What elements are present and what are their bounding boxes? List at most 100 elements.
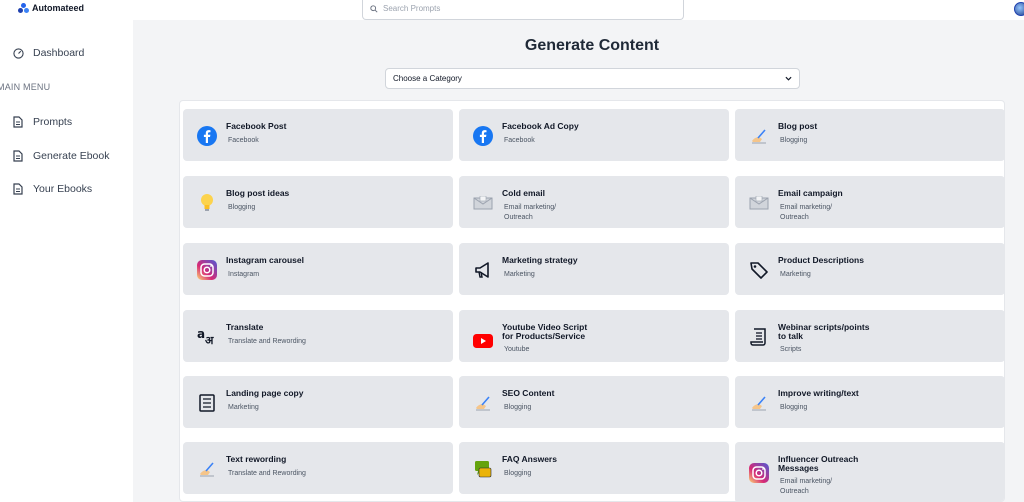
card-title: Cold email xyxy=(502,188,545,198)
category-select[interactable]: Choose a Category xyxy=(385,68,800,89)
card-title: Blog post xyxy=(778,121,818,131)
card-title: Product Descriptions xyxy=(778,255,864,265)
avatar[interactable] xyxy=(1014,2,1024,16)
top-bar: Automateed xyxy=(0,0,1024,20)
sidebar-item-label: Prompts xyxy=(33,116,73,128)
category-select-value: Choose a Category xyxy=(393,74,462,83)
document-icon xyxy=(12,116,24,128)
card-category: Email marketing/ Outreach xyxy=(780,204,833,221)
facebook-icon xyxy=(473,126,493,146)
list-page-icon xyxy=(197,393,217,413)
card-webinar-scripts[interactable]: Webinar scripts/points to talk Scripts xyxy=(735,310,1004,362)
script-icon xyxy=(749,327,769,347)
card-title: Email campaign xyxy=(778,188,843,198)
envelope-icon xyxy=(473,193,493,213)
sidebar: Dashboard MAIN MENU Prompts Generate Ebo… xyxy=(0,20,133,502)
card-blog-post[interactable]: Blog post Blogging xyxy=(735,109,1004,161)
writing-hand-icon xyxy=(473,393,493,413)
card-cold-email[interactable]: Cold email Email marketing/ Outreach xyxy=(459,176,729,228)
writing-hand-icon xyxy=(749,126,769,146)
card-facebook-ad-copy[interactable]: Facebook Ad Copy Facebook xyxy=(459,109,729,161)
youtube-icon xyxy=(473,331,493,351)
card-title: Facebook Post xyxy=(226,121,287,131)
card-improve-writing[interactable]: Improve writing/text Blogging xyxy=(735,376,1004,428)
card-email-campaign[interactable]: Email campaign Email marketing/ Outreach xyxy=(735,176,1004,228)
document-icon xyxy=(12,150,24,162)
card-faq-answers[interactable]: FAQ Answers Blogging xyxy=(459,442,729,494)
writing-hand-icon xyxy=(197,459,217,479)
card-product-descriptions[interactable]: Product Descriptions Marketing xyxy=(735,243,1004,295)
card-title: Blog post ideas xyxy=(226,188,290,198)
sidebar-item-label: Generate Ebook xyxy=(33,150,110,162)
card-facebook-post[interactable]: Facebook Post Facebook xyxy=(183,109,453,161)
card-category: Marketing xyxy=(228,404,259,411)
search-icon xyxy=(370,4,378,13)
card-title: Influencer Outreach Messages xyxy=(778,454,859,473)
card-landing-page-copy[interactable]: Landing page copy Marketing xyxy=(183,376,453,428)
instagram-icon xyxy=(749,463,769,483)
svg-text:अ: अ xyxy=(205,334,214,347)
card-category: Marketing xyxy=(504,271,535,278)
search-input[interactable] xyxy=(383,4,663,13)
card-translate[interactable]: aअ Translate Translate and Rewording xyxy=(183,310,453,362)
faq-icon xyxy=(473,459,493,479)
card-category: Blogging xyxy=(780,404,808,411)
card-category: Scripts xyxy=(780,346,802,353)
card-title: Youtube Video Script for Products/Servic… xyxy=(502,322,588,341)
sidebar-item-label: Your Ebooks xyxy=(33,183,93,195)
gauge-icon xyxy=(12,47,24,59)
translate-icon: aअ xyxy=(197,327,217,347)
main-content: Generate Content Choose a Category Faceb… xyxy=(133,20,1024,502)
card-youtube-video-script[interactable]: Youtube Video Script for Products/Servic… xyxy=(459,310,729,362)
card-title: Text rewording xyxy=(226,454,287,464)
search-bar[interactable] xyxy=(362,0,684,20)
document-icon xyxy=(12,183,24,195)
card-influencer-outreach[interactable]: Influencer Outreach Messages Email marke… xyxy=(735,442,1004,501)
card-category: Translate and Rewording xyxy=(228,470,306,477)
sidebar-item-your-ebooks[interactable]: Your Ebooks xyxy=(12,183,92,195)
card-title: Translate xyxy=(226,322,264,332)
menu-heading: MAIN MENU xyxy=(0,82,51,92)
card-seo-content[interactable]: SEO Content Blogging xyxy=(459,376,729,428)
card-title: Landing page copy xyxy=(226,388,304,398)
card-title: Marketing strategy xyxy=(502,255,578,265)
lightbulb-icon xyxy=(197,193,217,213)
card-title: SEO Content xyxy=(502,388,555,398)
sidebar-item-dashboard[interactable]: Dashboard xyxy=(12,47,84,59)
card-category: Email marketing/ Outreach xyxy=(780,478,833,495)
card-category: Youtube xyxy=(504,346,530,353)
app-logo[interactable]: Automateed xyxy=(18,3,84,13)
facebook-icon xyxy=(197,126,217,146)
card-instagram-carousel[interactable]: Instagram carousel Instagram xyxy=(183,243,453,295)
card-category: Blogging xyxy=(228,204,256,211)
sidebar-item-generate-ebook[interactable]: Generate Ebook xyxy=(12,150,109,162)
envelope-icon xyxy=(749,193,769,213)
card-title: Webinar scripts/points to talk xyxy=(778,322,870,341)
card-category: Marketing xyxy=(780,271,811,278)
tag-icon xyxy=(749,260,769,280)
page-title: Generate Content xyxy=(524,37,660,54)
logo-icon xyxy=(18,3,30,13)
card-title: Instagram carousel xyxy=(226,255,304,265)
card-category: Blogging xyxy=(504,470,532,477)
card-category: Blogging xyxy=(780,137,808,144)
sidebar-item-label: Dashboard xyxy=(33,47,85,59)
app-name: Automateed xyxy=(32,3,85,13)
card-category: Facebook xyxy=(228,137,259,144)
card-category: Blogging xyxy=(504,404,532,411)
sidebar-item-prompts[interactable]: Prompts xyxy=(12,116,72,128)
card-category: Email marketing/ Outreach xyxy=(504,204,557,221)
card-category: Translate and Rewording xyxy=(228,338,306,345)
prompt-grid: Facebook Post Facebook Facebook Ad Copy … xyxy=(179,100,1005,502)
card-category: Facebook xyxy=(504,137,535,144)
instagram-icon xyxy=(197,260,217,280)
chevron-down-icon xyxy=(785,76,792,81)
writing-hand-icon xyxy=(749,393,769,413)
card-category: Instagram xyxy=(228,271,260,278)
card-blog-post-ideas[interactable]: Blog post ideas Blogging xyxy=(183,176,453,228)
card-marketing-strategy[interactable]: Marketing strategy Marketing xyxy=(459,243,729,295)
card-title: FAQ Answers xyxy=(502,454,557,464)
card-text-rewording[interactable]: Text rewording Translate and Rewording xyxy=(183,442,453,494)
svg-text:a: a xyxy=(197,327,205,341)
card-title: Improve writing/text xyxy=(778,388,859,398)
